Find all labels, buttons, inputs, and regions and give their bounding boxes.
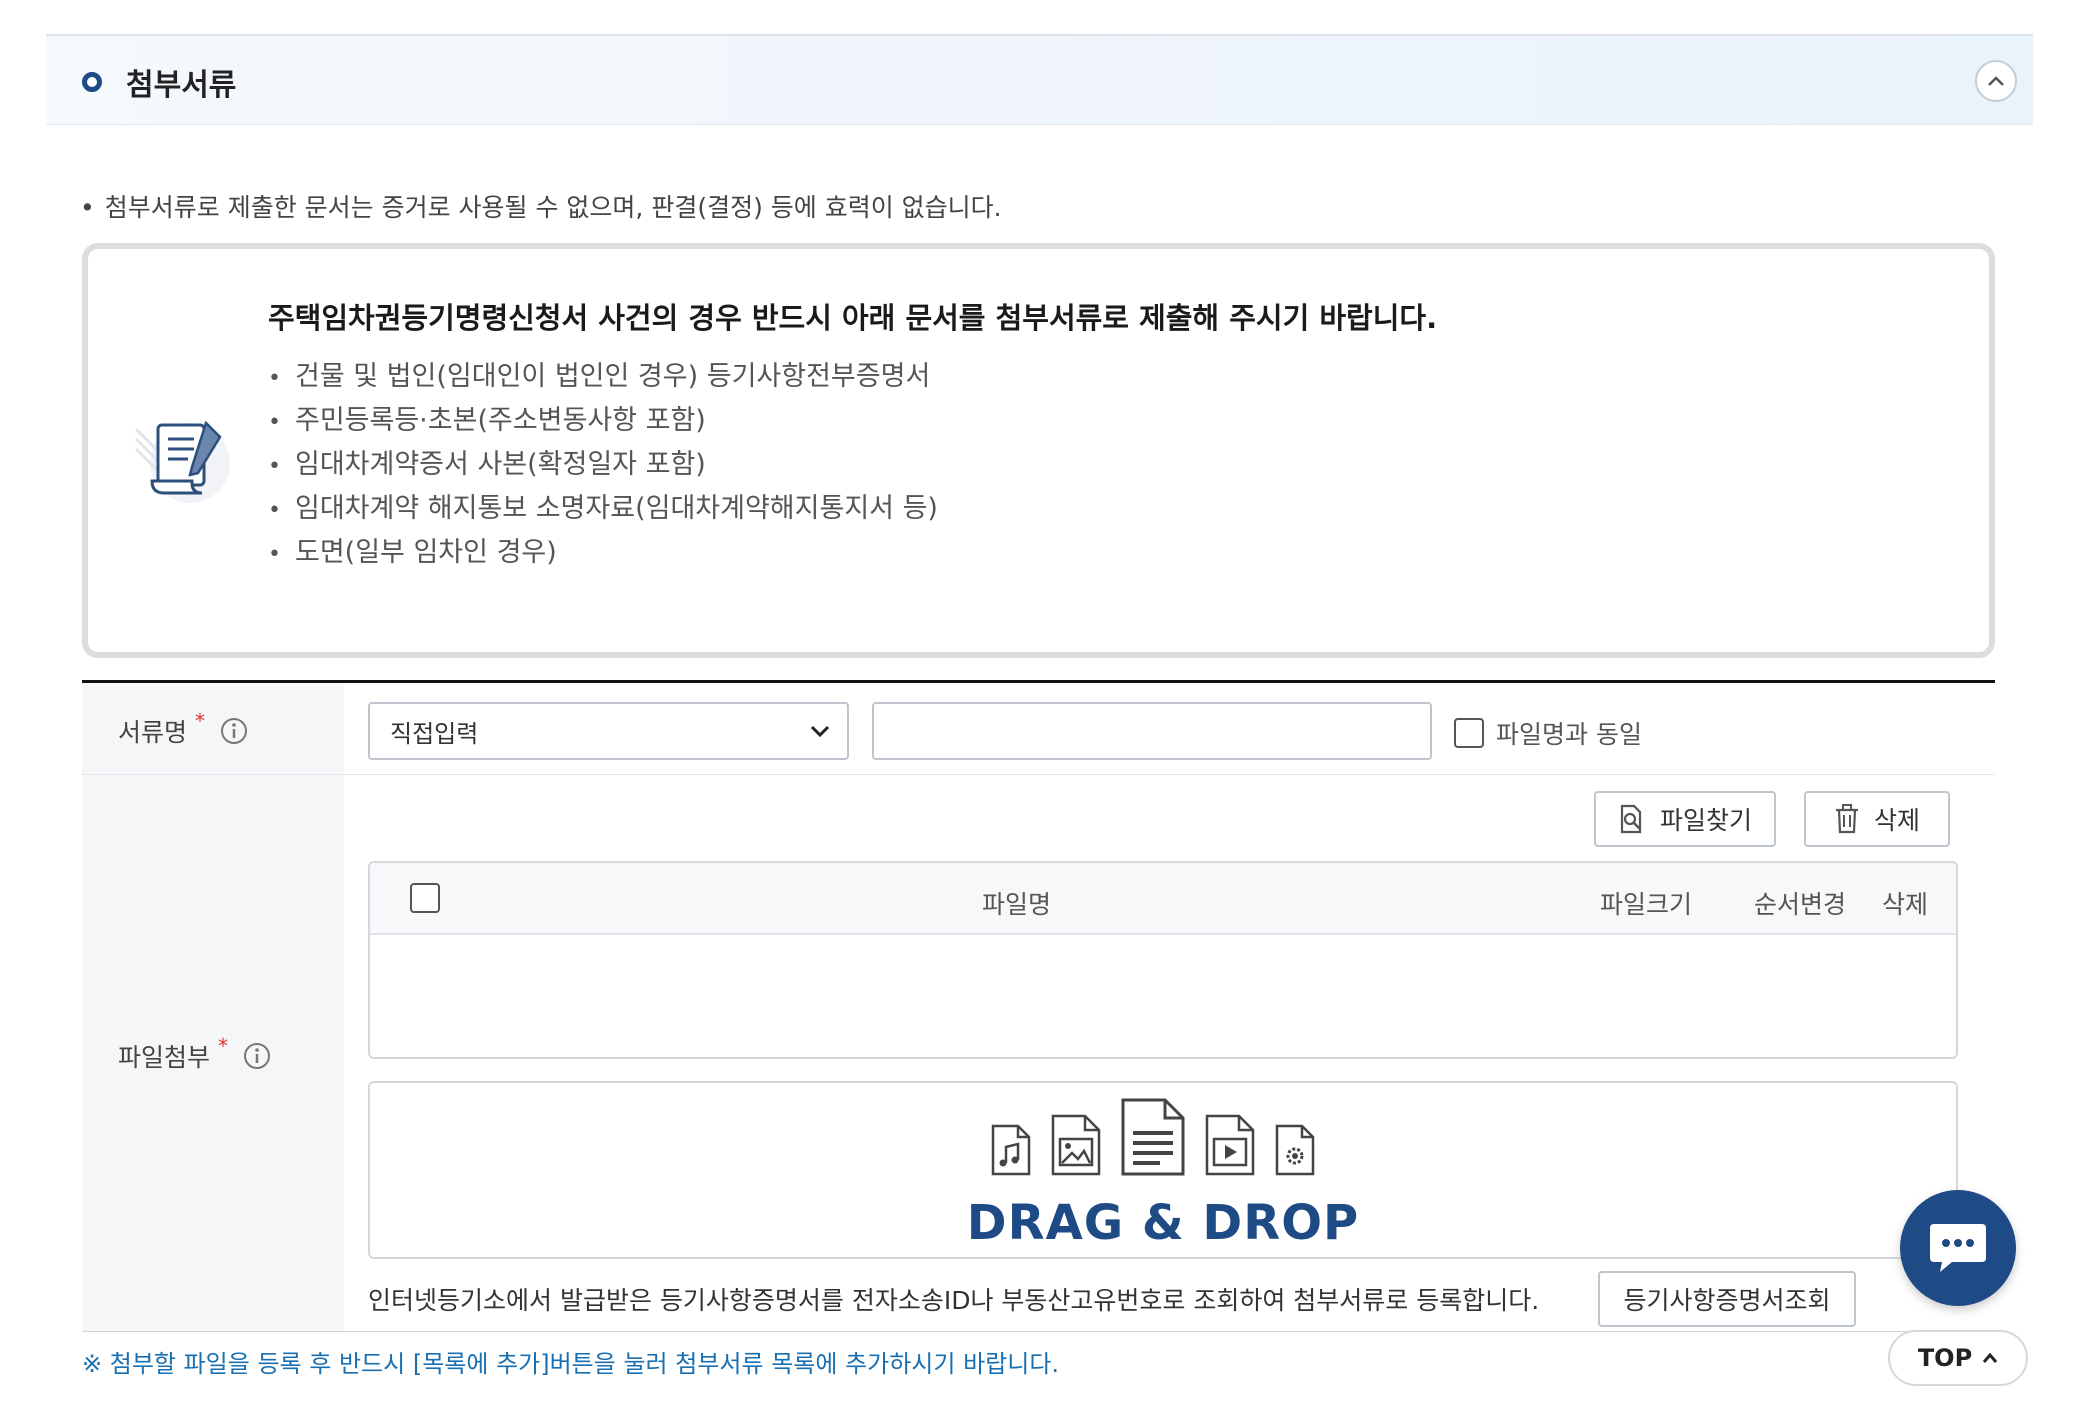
collapse-button[interactable] [1975,60,2017,102]
column-filename: 파일명 [982,890,1052,919]
checkbox[interactable] [1454,718,1484,748]
registry-lookup-button[interactable]: 등기사항증명서조회 [1598,1271,1856,1327]
scroll-top-button[interactable]: TOP [1888,1330,2028,1386]
select-all-checkbox[interactable] [410,883,440,913]
attach-label-group: 파일첨부 * [118,1034,272,1074]
section-bullet-icon [82,72,102,92]
file-list-table: 파일명 파일크기 순서변경 삭제 [368,861,1958,1059]
doc-name-label: 서류명 [118,718,188,747]
column-delete: 삭제 [1882,890,1929,919]
info-icon[interactable] [242,1041,272,1071]
drag-drop-label: DRAG & DROP [966,1195,1360,1251]
row-divider [82,774,1995,775]
info-icon[interactable] [219,716,249,746]
file-type-icons [990,1097,1316,1177]
list-item: 임대차계약 해지통보 소명자료(임대차계약해지통지서 등) [268,487,938,531]
column-filesize: 파일크기 [1600,890,1693,919]
list-item: 임대차계약증서 사본(확정일자 포함) [268,443,938,487]
drag-drop-zone[interactable]: DRAG & DROP [368,1081,1958,1259]
list-item: 건물 및 법인(임대인이 법인인 경우) 등기사항전부증명서 [268,355,938,399]
settings-file-icon [1275,1124,1315,1176]
table-bottom-line [82,1331,1995,1332]
footer-note: ※ 첨부할 파일을 등록 후 반드시 [목록에 추가]버튼을 눌러 첨부서류 목… [82,1350,1060,1378]
video-file-icon [1205,1114,1255,1176]
chevron-down-icon [810,725,830,738]
section-title: 첨부서류 [126,68,237,103]
required-documents-list: 건물 및 법인(임대인이 법인인 경우) 등기사항전부증명서 주민등록등·초본(… [268,355,938,575]
list-item: 도면(일부 임차인 경우) [268,531,938,575]
document-pen-icon [134,420,230,503]
list-item: 주민등록등·초본(주소변동사항 포함) [268,399,938,443]
file-list-header: 파일명 파일크기 순서변경 삭제 [370,863,1956,935]
guide-box: 주택임차권등기명령신청서 사건의 경우 반드시 아래 문서를 첨부서류로 제출해… [82,243,1995,658]
required-mark: * [218,1034,229,1058]
same-as-filename-label: 파일명과 동일 [1496,720,1642,749]
find-file-button[interactable]: 파일찾기 [1594,791,1776,847]
chat-bubble-icon [1930,1224,1986,1272]
music-file-icon [991,1124,1031,1176]
guide-title: 주택임차권등기명령신청서 사건의 경우 반드시 아래 문서를 첨부서류로 제출해… [268,301,1438,335]
required-mark: * [195,709,206,733]
delete-label: 삭제 [1873,806,1920,835]
doc-type-selected: 직접입력 [390,719,479,748]
trash-icon [1835,804,1858,834]
top-label: TOP [1917,1344,1973,1372]
file-search-icon [1620,804,1642,834]
same-as-filename-checkbox[interactable]: 파일명과 동일 [1454,715,1642,751]
doc-name-input[interactable] [872,702,1432,760]
notice-text: • 첨부서류로 제출한 문서는 증거로 사용될 수 없으며, 판결(결정) 등에 … [80,193,1002,222]
notice-label: 첨부서류로 제출한 문서는 증거로 사용될 수 없으며, 판결(결정) 등에 효… [104,193,1002,222]
delete-button[interactable]: 삭제 [1804,791,1950,847]
label-column [82,683,344,1332]
doc-type-select[interactable]: 직접입력 [368,702,849,760]
image-file-icon [1051,1114,1101,1176]
chevron-up-icon [1983,1352,1998,1363]
attach-label: 파일첨부 [118,1043,211,1072]
column-order: 순서변경 [1754,890,1847,919]
find-file-label: 파일찾기 [1659,806,1752,835]
attachment-form: 서류명 * 직접입력 파일명과 동일 파일첨부 * 파일찾기 삭제 파일명 파일… [82,680,1995,1332]
registry-description: 인터넷등기소에서 발급받은 등기사항증명서를 전자소송ID나 부동산고유번호로 … [368,1286,1540,1315]
chatbot-button[interactable] [1900,1190,2016,1306]
document-file-icon [1121,1098,1185,1176]
section-header: 첨부서류 [46,34,2033,125]
doc-name-label-group: 서류명 * [118,709,249,749]
chevron-up-icon [1988,76,2004,86]
